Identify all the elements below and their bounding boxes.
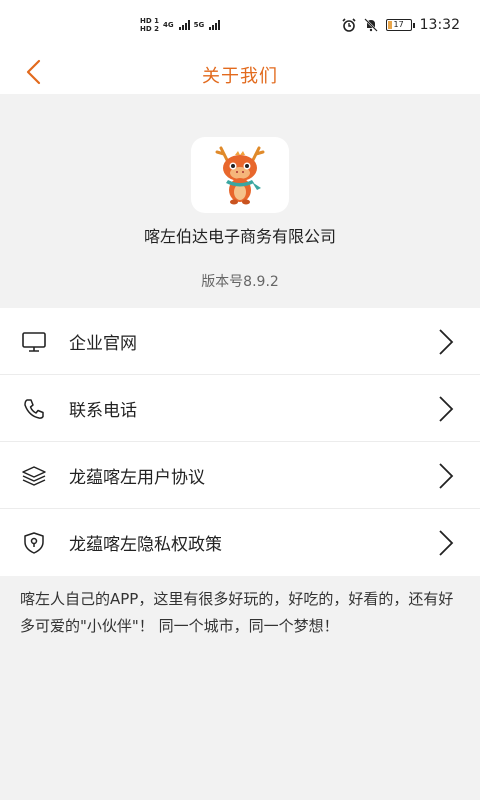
menu-item-label: 企业官网 xyxy=(69,333,137,354)
menu-item-website[interactable]: 企业官网 xyxy=(0,308,480,375)
clock: 13:32 xyxy=(419,17,460,33)
nav-bar: 关于我们 xyxy=(0,52,480,94)
menu-item-user-agreement[interactable]: 龙蕴喀左用户协议 xyxy=(0,442,480,509)
battery-icon: 17 xyxy=(385,19,415,31)
signal-bars-2-icon xyxy=(209,20,221,30)
menu-item-privacy-policy[interactable]: 龙蕴喀左隐私权政策 xyxy=(0,509,480,576)
alarm-icon xyxy=(342,18,356,32)
signal-bars-1-icon xyxy=(178,20,190,30)
network-type-1: 4G xyxy=(162,21,174,29)
status-right: 17 13:32 xyxy=(342,17,460,33)
signal-group: HD 1 HD 2 4G 5G xyxy=(140,17,221,33)
hd1-label: HD 1 xyxy=(140,17,159,25)
dragon-mascot-icon xyxy=(215,146,265,205)
shield-lock-icon xyxy=(24,532,44,554)
menu-item-label: 龙蕴喀左用户协议 xyxy=(69,467,205,488)
mute-icon xyxy=(363,18,378,32)
phone-icon xyxy=(24,399,44,419)
version-label: 版本号8.9.2 xyxy=(201,274,279,290)
page-title: 关于我们 xyxy=(202,66,278,87)
app-info: 喀左伯达电子商务有限公司 版本号8.9.2 xyxy=(0,94,480,308)
hd-indicator: HD 1 HD 2 xyxy=(140,17,159,33)
hd2-label: HD 2 xyxy=(140,25,159,33)
network-type-2: 5G xyxy=(193,21,205,29)
company-name: 喀左伯达电子商务有限公司 xyxy=(143,227,336,246)
app-logo xyxy=(191,137,289,213)
chevron-right-icon xyxy=(439,530,454,556)
menu-item-label: 龙蕴喀左隐私权政策 xyxy=(69,535,222,555)
status-bar: HD 1 HD 2 4G 5G 17 13:32 xyxy=(0,0,480,52)
chevron-right-icon xyxy=(439,396,454,422)
menu-item-label: 联系电话 xyxy=(69,400,137,421)
chevron-right-icon xyxy=(439,329,454,355)
app-description: 喀左人自己的APP，这里有很多好玩的，好吃的，好看的，还有好多可爱的"小伙伴"！… xyxy=(0,576,480,640)
menu-item-phone[interactable]: 联系电话 xyxy=(0,375,480,442)
layers-icon xyxy=(22,466,46,486)
menu-list: 企业官网 联系电话 龙蕴喀左用户协议 龙蕴喀左隐私权政策 xyxy=(0,308,480,576)
monitor-icon xyxy=(22,332,46,352)
chevron-right-icon xyxy=(439,463,454,489)
battery-level: 17 xyxy=(393,20,404,29)
